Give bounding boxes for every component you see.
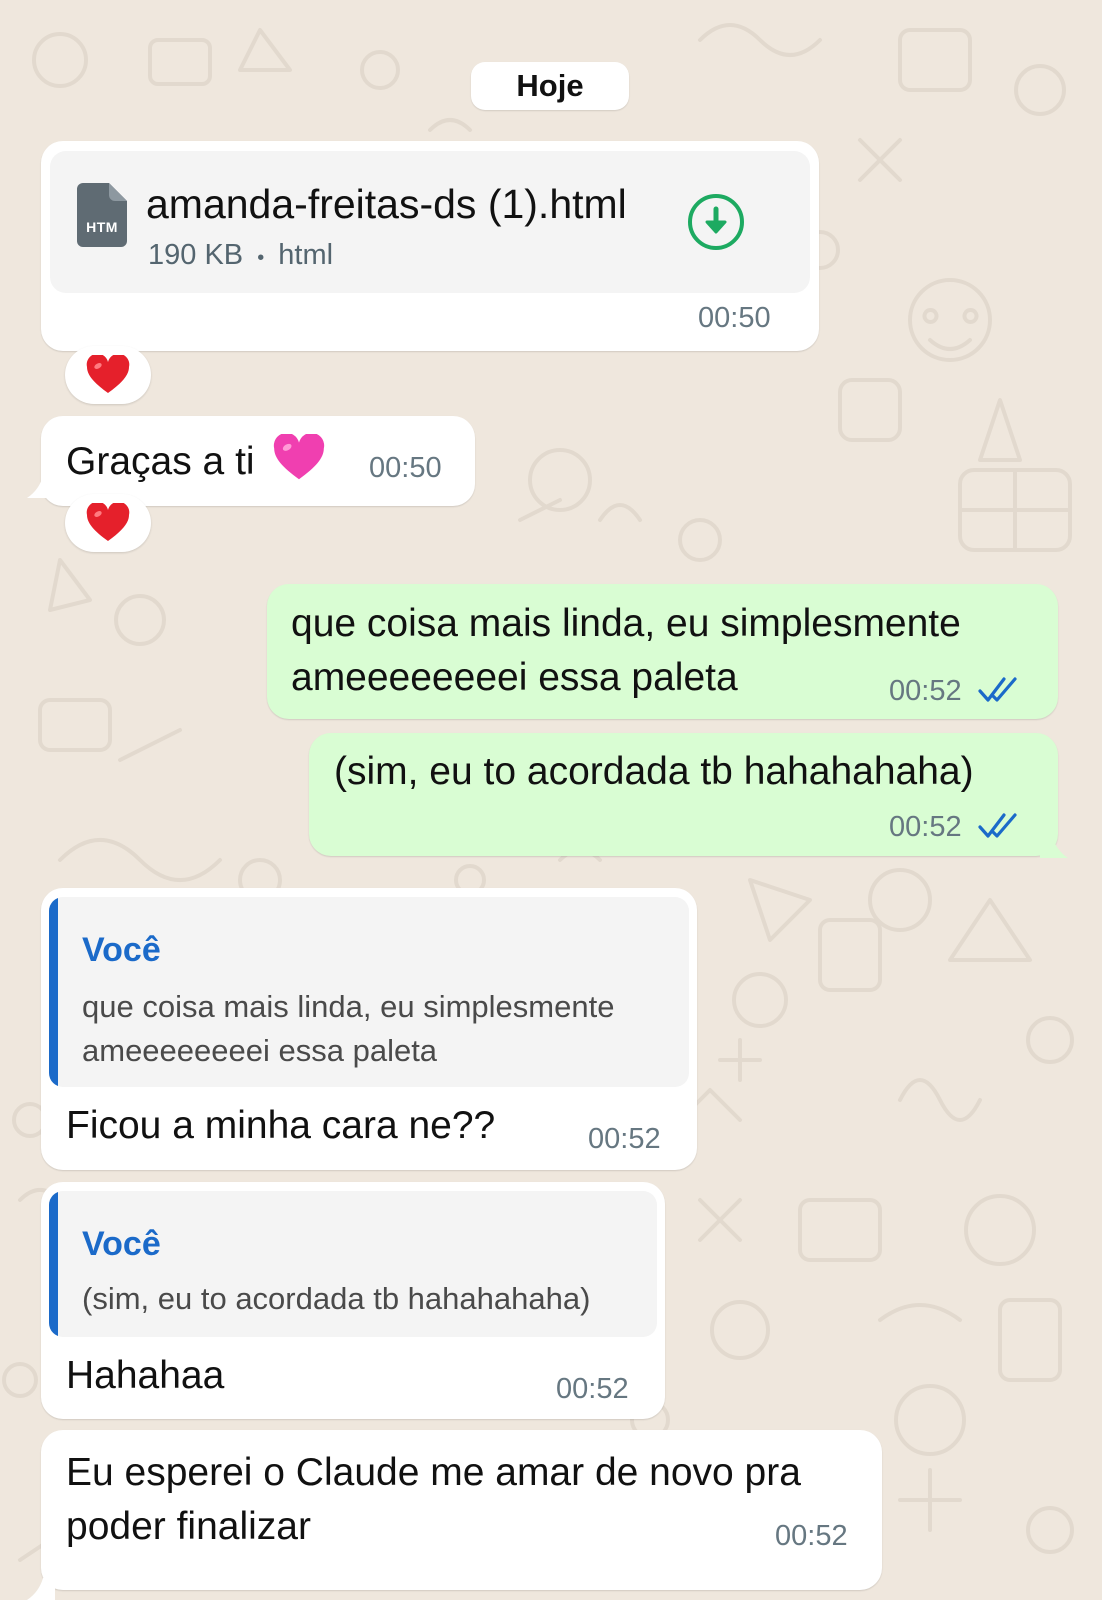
bubble-tail xyxy=(27,1578,55,1600)
outgoing-message-bubble[interactable]: que coisa mais linda, eu simplesmente am… xyxy=(267,584,1058,719)
date-separator: Hoje xyxy=(471,62,629,110)
download-icon xyxy=(688,194,744,250)
quote-accent-bar xyxy=(49,897,58,1087)
reply-message-bubble[interactable]: Você (sim, eu to acordada tb hahahahaha)… xyxy=(41,1182,665,1419)
message-text: Graças a ti xyxy=(66,432,325,489)
read-ticks-icon xyxy=(978,813,1017,838)
message-time: 00:52 xyxy=(889,675,962,707)
quoted-message[interactable]: Você que coisa mais linda, eu simplesmen… xyxy=(49,897,689,1087)
message-text: (sim, eu to acordada tb hahahahaha) xyxy=(334,750,974,793)
message-text-line: que coisa mais linda, eu simplesmente xyxy=(291,602,961,645)
reply-message-bubble[interactable]: Você que coisa mais linda, eu simplesmen… xyxy=(41,888,697,1170)
quote-text-line: (sim, eu to acordada tb hahahahaha) xyxy=(82,1281,591,1316)
pink-heart-icon xyxy=(274,432,325,480)
message-text-line: ameeeeeeeei essa paleta xyxy=(291,656,738,699)
message-time: 00:50 xyxy=(698,302,771,334)
file-name: amanda-freitas-ds (1).html xyxy=(146,181,627,227)
file-attachment-card[interactable]: HTM amanda-freitas-ds (1).html 190 KB • … xyxy=(50,151,810,293)
message-text-line: Eu esperei o Claude me amar de novo pra xyxy=(66,1451,801,1494)
file-size: 190 KB xyxy=(148,239,244,271)
quote-author: Você xyxy=(82,931,161,969)
download-button[interactable] xyxy=(687,193,745,251)
quote-text-line: que coisa mais linda, eu simplesmente xyxy=(82,989,615,1024)
quoted-message[interactable]: Você (sim, eu to acordada tb hahahahaha) xyxy=(49,1191,657,1337)
read-ticks-icon xyxy=(978,677,1017,702)
message-time: 00:52 xyxy=(556,1373,629,1405)
message-text-line: poder finalizar xyxy=(66,1505,311,1548)
message-text: Ficou a minha cara ne?? xyxy=(66,1104,496,1147)
message-time: 00:52 xyxy=(889,811,962,843)
red-heart-icon xyxy=(86,355,130,393)
message-time: 00:52 xyxy=(775,1520,848,1552)
quote-author: Você xyxy=(82,1225,161,1263)
message-text-content: Graças a ti xyxy=(66,440,255,483)
red-heart-icon xyxy=(86,503,130,541)
file-type: html xyxy=(278,239,334,271)
incoming-message-bubble[interactable]: Graças a ti 00:50 xyxy=(41,416,475,506)
quote-text-line: ameeeeeeeei essa paleta xyxy=(82,1033,438,1068)
file-message-bubble[interactable]: HTM amanda-freitas-ds (1).html 190 KB • … xyxy=(41,141,819,351)
message-time: 00:52 xyxy=(588,1123,661,1155)
bubble-tail xyxy=(1040,836,1068,858)
outgoing-message-bubble[interactable]: (sim, eu to acordada tb hahahahaha) 00:5… xyxy=(309,733,1058,856)
message-text: Hahahaa xyxy=(66,1354,225,1397)
bubble-tail xyxy=(27,476,55,498)
message-time: 00:50 xyxy=(369,452,442,484)
file-type-icon-label: HTM xyxy=(86,219,118,235)
file-meta-separator: • xyxy=(257,247,265,269)
file-document-icon: HTM xyxy=(77,183,127,247)
reaction-badge[interactable] xyxy=(65,494,151,552)
reaction-badge[interactable] xyxy=(65,346,151,404)
incoming-message-bubble[interactable]: Eu esperei o Claude me amar de novo pra … xyxy=(41,1430,882,1590)
quote-accent-bar xyxy=(49,1191,58,1337)
file-meta: 190 KB • html xyxy=(148,239,333,272)
